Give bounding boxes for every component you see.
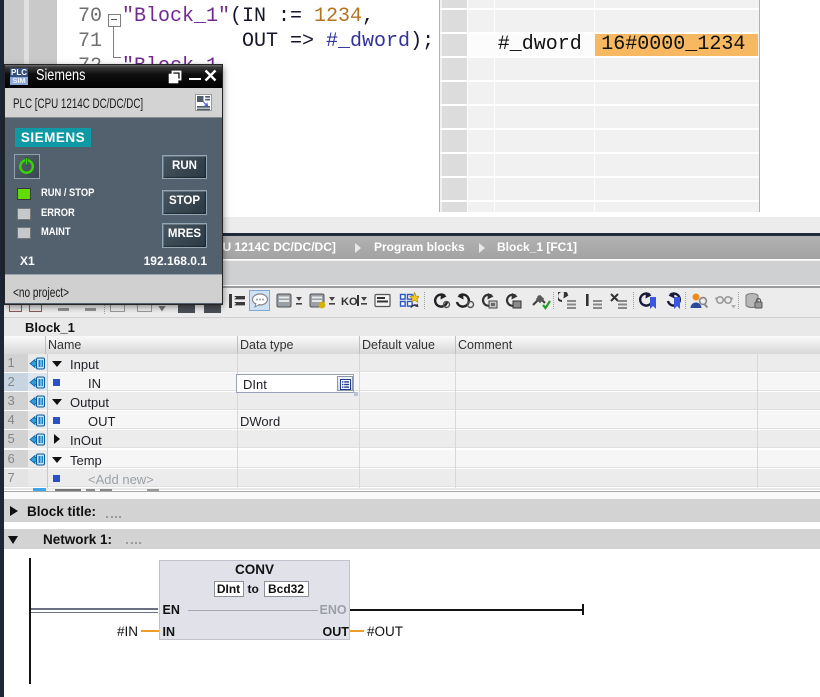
svg-text:KO: KO: [341, 296, 358, 308]
